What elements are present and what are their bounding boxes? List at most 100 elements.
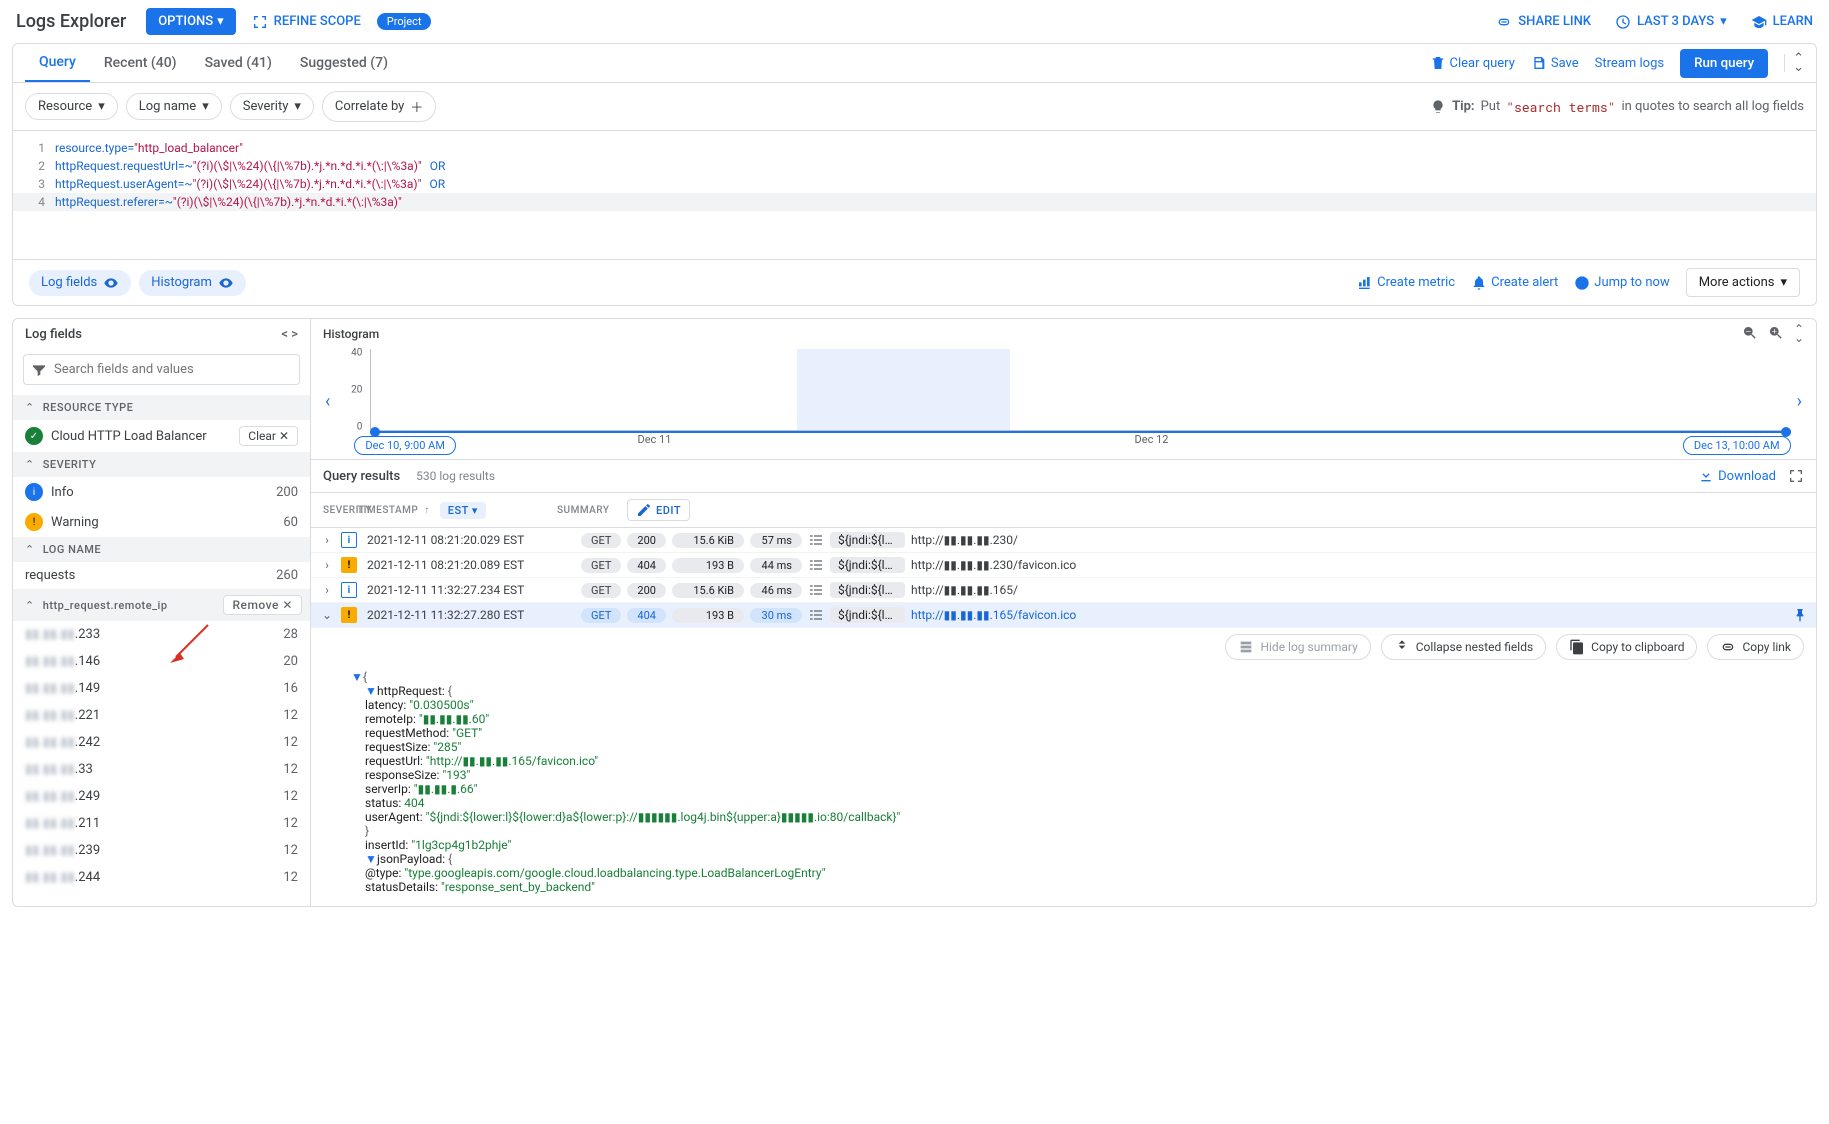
- resource-filter[interactable]: Resource ▾: [25, 93, 118, 120]
- expand-collapse-icon[interactable]: ⌃⌄: [1784, 54, 1804, 72]
- clear-resource-button[interactable]: Clear ✕: [239, 426, 298, 446]
- th-severity: SEVERITY: [323, 505, 357, 516]
- search-fields-input[interactable]: [23, 354, 300, 385]
- remote-ip-row[interactable]: ▮▮.▮▮.▮▮.24912: [13, 783, 310, 810]
- tab-suggested[interactable]: Suggested (7): [286, 45, 402, 81]
- remote-ip-row[interactable]: ▮▮.▮▮.▮▮.24412: [13, 864, 310, 891]
- learn-button[interactable]: LEARN: [1751, 14, 1813, 30]
- th-timestamp[interactable]: TIMESTAMP ↑ EST ▾: [357, 502, 533, 519]
- timerange-button[interactable]: LAST 3 DAYS ▾: [1615, 14, 1727, 30]
- tab-recent[interactable]: Recent (40): [90, 45, 191, 81]
- query-results-title: Query results: [323, 469, 400, 484]
- refine-scope-button[interactable]: REFINE SCOPE: [252, 14, 361, 30]
- jump-to-now-button[interactable]: Jump to now: [1574, 275, 1669, 291]
- scope-icon: [252, 14, 268, 30]
- latency-pill: 30 ms: [750, 608, 802, 623]
- options-button[interactable]: OPTIONS ▾: [146, 8, 235, 35]
- pin-icon[interactable]: [1792, 607, 1808, 623]
- run-query-button[interactable]: Run query: [1680, 49, 1768, 78]
- trash-icon: [1430, 55, 1446, 71]
- check-icon: ✓: [25, 427, 43, 445]
- hide-log-summary-button[interactable]: Hide log summary: [1225, 634, 1370, 660]
- remote-ip-row[interactable]: ▮▮.▮▮.▮▮.22112: [13, 702, 310, 729]
- end-time-pill[interactable]: Dec 13, 10:00 AM: [1683, 436, 1791, 455]
- severity-info-row[interactable]: i Info 200: [13, 477, 310, 507]
- chevron-down-icon[interactable]: ⌄: [319, 608, 335, 622]
- tab-saved[interactable]: Saved (41): [191, 45, 286, 81]
- remote-ip-row[interactable]: ▮▮.▮▮.▮▮.3312: [13, 756, 310, 783]
- method-pill: GET: [581, 533, 621, 548]
- copy-icon: [1569, 639, 1585, 655]
- size-pill: 15.6 KiB: [672, 583, 744, 598]
- create-metric-button[interactable]: Create metric: [1357, 275, 1455, 291]
- remote-ip-row[interactable]: ▮▮.▮▮.▮▮.24212: [13, 729, 310, 756]
- remote-ip-row[interactable]: ▮▮.▮▮.▮▮.14916: [13, 675, 310, 702]
- clock-icon: [1574, 275, 1590, 291]
- log-row[interactable]: › ! 2021-12-11 08:21:20.089 EST GET 404 …: [311, 553, 1816, 578]
- section-severity[interactable]: ⌃ SEVERITY: [13, 452, 310, 477]
- query-editor[interactable]: 1resource.type="http_load_balancer" 2htt…: [13, 131, 1816, 259]
- section-log-name[interactable]: ⌃ LOG NAME: [13, 537, 310, 562]
- jndi-pill: ${jndi:${low…: [830, 607, 905, 623]
- more-actions-button[interactable]: More actions ▾: [1686, 268, 1800, 297]
- fullscreen-icon[interactable]: [1788, 468, 1804, 484]
- histogram-chart[interactable]: 40 20 0 Dec 10, 9:00 AM Dec 13, 10:00 AM…: [336, 349, 1790, 453]
- zoom-in-icon[interactable]: [1768, 325, 1784, 343]
- copy-clipboard-button[interactable]: Copy to clipboard: [1556, 634, 1697, 660]
- clock-icon: [1615, 14, 1631, 30]
- chevron-right-icon[interactable]: ›: [1791, 349, 1808, 453]
- status-pill: 404: [627, 608, 666, 623]
- method-pill: GET: [581, 558, 621, 573]
- warning-icon: !: [341, 557, 357, 573]
- chevron-right-icon[interactable]: ›: [319, 533, 335, 547]
- metric-icon: [1357, 275, 1373, 291]
- download-button[interactable]: Download: [1698, 468, 1776, 484]
- share-link-button[interactable]: SHARE LINK: [1496, 14, 1591, 30]
- severity-warning-row[interactable]: ! Warning 60: [13, 507, 310, 537]
- create-alert-button[interactable]: Create alert: [1471, 275, 1558, 291]
- logname-filter[interactable]: Log name ▾: [126, 93, 222, 120]
- method-pill: GET: [581, 583, 621, 598]
- collapse-icon: [1394, 639, 1410, 655]
- edit-columns-button[interactable]: EDIT: [627, 499, 690, 521]
- timestamp: 2021-12-11 11:32:27.280 EST: [367, 608, 553, 622]
- remove-remote-ip-button[interactable]: Remove ✕: [223, 595, 302, 615]
- zoom-out-icon[interactable]: [1742, 325, 1758, 343]
- section-remote-ip[interactable]: ⌃ http_request.remote_ip Remove ✕: [13, 589, 310, 621]
- histogram-chip[interactable]: Histogram: [139, 270, 246, 296]
- start-time-pill[interactable]: Dec 10, 9:00 AM: [354, 436, 456, 455]
- chevron-right-icon[interactable]: ›: [319, 558, 335, 572]
- log-row[interactable]: › i 2021-12-11 08:21:20.029 EST GET 200 …: [311, 528, 1816, 553]
- remote-ip-row[interactable]: ▮▮.▮▮.▮▮.23912: [13, 837, 310, 864]
- copy-link-button[interactable]: Copy link: [1707, 634, 1804, 660]
- chevron-left-icon[interactable]: ‹: [319, 349, 336, 453]
- eye-icon: [218, 275, 234, 291]
- tz-chip[interactable]: EST ▾: [440, 502, 486, 519]
- logname-requests-row[interactable]: requests 260: [13, 562, 310, 589]
- remote-ip-row[interactable]: ▮▮.▮▮.▮▮.14620: [13, 648, 310, 675]
- expand-icon[interactable]: ⌃⌄: [1794, 325, 1804, 343]
- resource-row[interactable]: ✓ Cloud HTTP Load Balancer Clear ✕: [13, 420, 310, 452]
- save-button[interactable]: Save: [1531, 55, 1579, 71]
- scope-badge: Project: [377, 13, 432, 30]
- chevron-right-icon[interactable]: ›: [319, 583, 335, 597]
- severity-filter[interactable]: Severity ▾: [230, 93, 314, 120]
- chevron-down-icon: ▾: [98, 99, 105, 114]
- chevron-up-icon: ⌃: [25, 599, 35, 612]
- log-row[interactable]: › i 2021-12-11 11:32:27.234 EST GET 200 …: [311, 578, 1816, 603]
- size-pill: 193 B: [672, 608, 744, 623]
- bar-icon: [808, 582, 824, 598]
- section-resource-type[interactable]: ⌃ RESOURCE TYPE: [13, 395, 310, 420]
- chevron-down-icon: ▾: [1780, 275, 1787, 290]
- page-title: Logs Explorer: [16, 11, 126, 32]
- clear-query-button[interactable]: Clear query: [1430, 55, 1515, 71]
- remote-ip-row[interactable]: ▮▮.▮▮.▮▮.23328: [13, 621, 310, 648]
- remote-ip-row[interactable]: ▮▮.▮▮.▮▮.21112: [13, 810, 310, 837]
- log-fields-chip[interactable]: Log fields: [29, 270, 131, 296]
- stream-logs-button[interactable]: Stream logs: [1595, 56, 1664, 71]
- tab-query[interactable]: Query: [25, 44, 90, 82]
- correlate-filter[interactable]: Correlate by ＋: [322, 91, 436, 122]
- log-row[interactable]: ⌄ ! 2021-12-11 11:32:27.280 EST GET 404 …: [311, 603, 1816, 628]
- collapse-nested-button[interactable]: Collapse nested fields: [1381, 634, 1546, 660]
- resize-icon[interactable]: < >: [281, 327, 298, 342]
